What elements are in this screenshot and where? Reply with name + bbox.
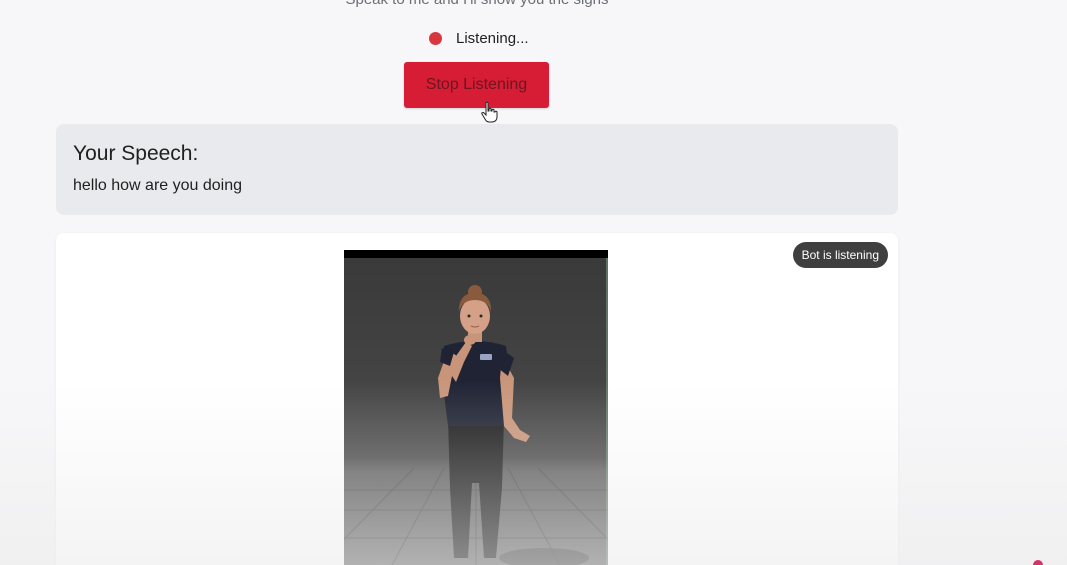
avatar-card: Bot is listening xyxy=(56,233,898,565)
hand-cursor-icon xyxy=(481,101,498,123)
recording-dot-icon xyxy=(429,32,442,45)
page-subtitle: Speak to me and I'll show you the signs xyxy=(0,0,954,8)
bot-status-badge: Bot is listening xyxy=(792,242,888,268)
stop-listening-button[interactable]: Stop Listening xyxy=(404,62,549,108)
speech-card: Your Speech: hello how are you doing xyxy=(56,124,898,215)
listening-status: Listening... xyxy=(429,30,529,47)
speech-transcript: hello how are you doing xyxy=(73,177,243,194)
avatar-video[interactable] xyxy=(344,250,608,565)
signing-avatar-image xyxy=(344,258,608,565)
status-text: Listening... xyxy=(456,30,529,47)
page: Speak to me and I'll show you the signs … xyxy=(0,0,1067,565)
speech-heading: Your Speech: xyxy=(73,142,199,165)
notification-dot-icon[interactable] xyxy=(1033,560,1043,565)
